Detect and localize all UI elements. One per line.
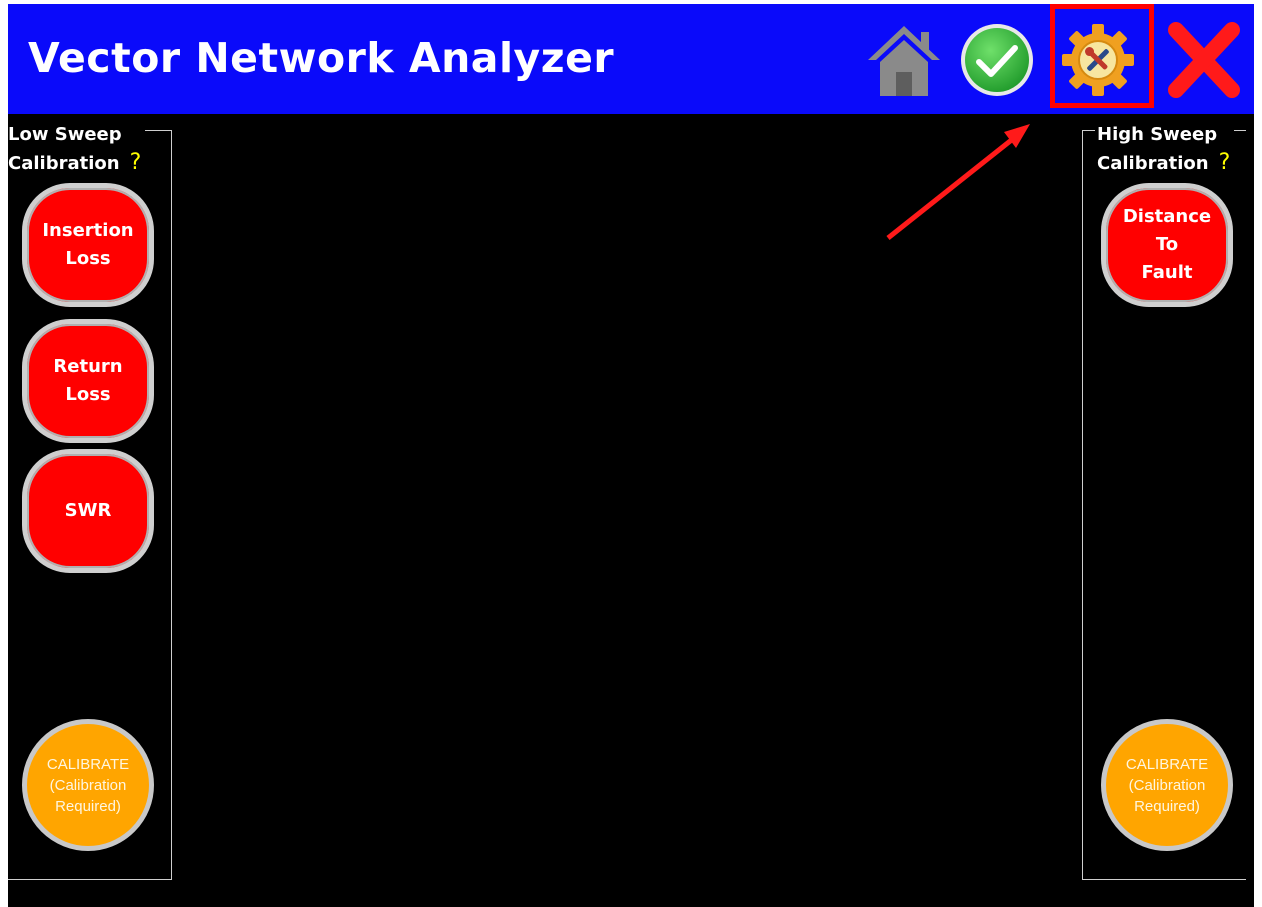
annotation-arrow xyxy=(886,124,1030,240)
distance-to-fault-button[interactable]: Distance To Fault xyxy=(1101,183,1233,307)
high-sweep-title-line1: High Sweep xyxy=(1097,124,1218,145)
home-icon[interactable] xyxy=(866,22,942,98)
vna-screen: Vector Network Analyzer Low Sweep Calibr… xyxy=(8,4,1254,907)
close-icon[interactable] xyxy=(1166,22,1242,98)
high-sweep-help-icon[interactable]: ? xyxy=(1219,150,1231,175)
high-sweep-calibration-panel: High Sweep Calibration? Distance To Faul… xyxy=(1082,121,1246,880)
high-sweep-legend: High Sweep Calibration? xyxy=(1095,121,1235,178)
title-bar: Vector Network Analyzer xyxy=(8,4,1254,114)
low-sweep-calibration-panel: Low Sweep Calibration? Insertion Loss Re… xyxy=(8,121,172,880)
high-sweep-title-line2: Calibration xyxy=(1097,153,1209,174)
low-sweep-help-icon[interactable]: ? xyxy=(130,150,142,175)
low-sweep-title-line1: Low Sweep xyxy=(8,124,122,145)
low-sweep-calibrate-button[interactable]: CALIBRATE (Calibration Required) xyxy=(22,719,154,851)
high-sweep-calibrate-button[interactable]: CALIBRATE (Calibration Required) xyxy=(1101,719,1233,851)
settings-icon[interactable] xyxy=(1060,22,1136,98)
swr-button[interactable]: SWR xyxy=(22,449,154,573)
low-sweep-legend: Low Sweep Calibration? xyxy=(8,121,146,178)
low-sweep-title-line2: Calibration xyxy=(8,153,120,174)
check-icon[interactable] xyxy=(959,22,1035,98)
app-title: Vector Network Analyzer xyxy=(28,34,615,82)
insertion-loss-button[interactable]: Insertion Loss xyxy=(22,183,154,307)
return-loss-button[interactable]: Return Loss xyxy=(22,319,154,443)
